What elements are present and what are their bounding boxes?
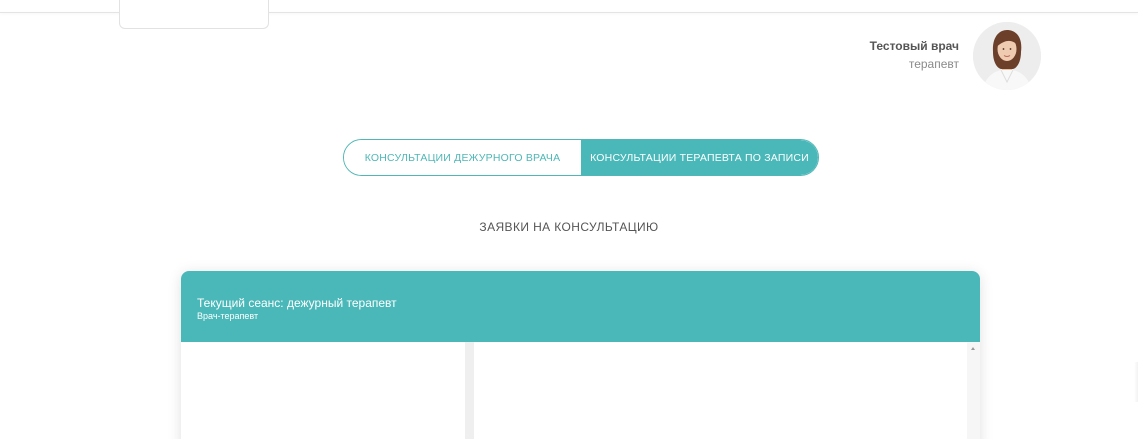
scroll-up-icon[interactable] (971, 347, 975, 350)
header-tab-stub[interactable] (119, 0, 269, 29)
session-panel-body (181, 342, 980, 439)
user-info: Тестовый врач терапевт (870, 38, 959, 72)
tab-therapist-appointment-consultations[interactable]: КОНСУЛЬТАЦИИ ТЕРАПЕВТА ПО ЗАПИСИ (581, 140, 818, 175)
doctor-avatar-icon (973, 22, 1041, 90)
user-role: терапевт (908, 57, 959, 71)
edge-shadow (1134, 362, 1138, 402)
session-title: Текущий сеанс: дежурный терапевт (197, 296, 397, 310)
session-panel: Текущий сеанс: дежурный терапевт Врач-те… (181, 271, 980, 439)
chat-column[interactable] (474, 342, 967, 439)
section-title: ЗАЯВКИ НА КОНСУЛЬТАЦИЮ (479, 220, 659, 234)
consultation-type-toggle: КОНСУЛЬТАЦИИ ДЕЖУРНОГО ВРАЧА КОНСУЛЬТАЦИ… (343, 139, 819, 176)
avatar[interactable] (973, 22, 1041, 90)
request-list-column[interactable] (181, 342, 465, 439)
session-panel-header: Текущий сеанс: дежурный терапевт Врач-те… (181, 271, 980, 342)
session-subtitle: Врач-терапевт (197, 311, 259, 321)
chat-scrollbar[interactable] (967, 342, 980, 439)
page: Тестовый врач терапевт КОНСУЛЬТАЦИИ ДЕЖУ… (0, 0, 1138, 439)
tab-duty-doctor-consultations[interactable]: КОНСУЛЬТАЦИИ ДЕЖУРНОГО ВРАЧА (344, 140, 581, 175)
user-name: Тестовый врач (869, 39, 959, 53)
